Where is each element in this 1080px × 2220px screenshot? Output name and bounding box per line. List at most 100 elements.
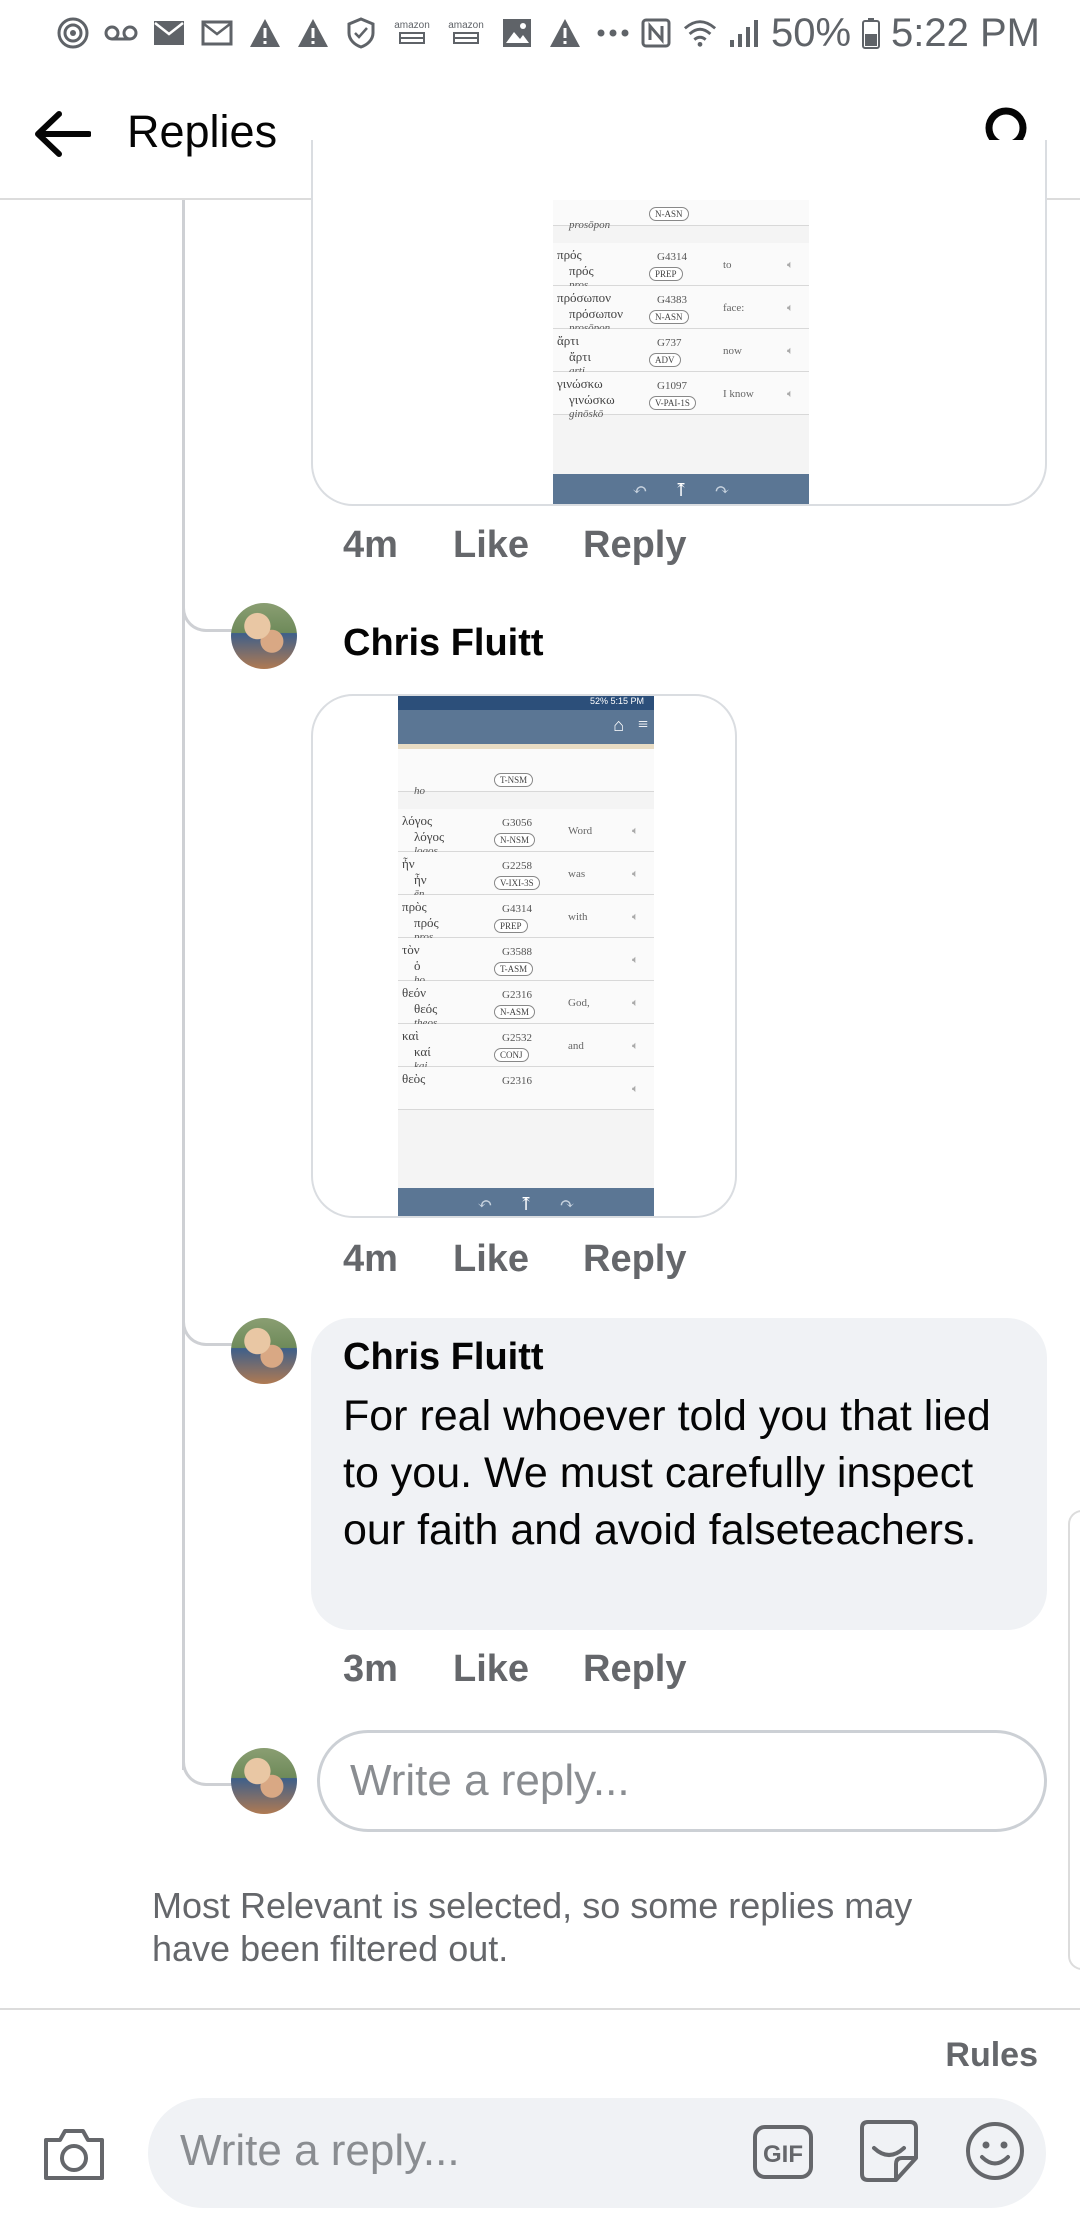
greek-word: θεόν [402,985,427,1000]
scrollbar[interactable] [1068,1510,1080,1970]
lexicon-row: γινώσκω γινώσκω ginōskō G1097 I know V-PAI-1S… [553,372,809,420]
like-button[interactable]: Like [453,1238,583,1281]
strongs-number: G2316 [502,1075,532,1087]
strongs-number: G4314 [502,903,532,915]
comment-text: For real whoever told you that lied to y… [343,1392,991,1554]
battery-percent: 50% [770,10,852,55]
rules-link[interactable]: Rules [945,2036,1038,2075]
lemma: πρός [414,915,439,930]
gloss: was [568,868,586,880]
replies-screen: amazon amazon 50% 5:22 PM Replies prosōp… [0,0,1080,2220]
greek-word: λόγος [402,813,433,828]
greek-word: ἄρτι [557,333,580,348]
screenshot-footer: ↶ ⤒ ↷ [398,1188,654,1216]
hotspot-icon [56,16,90,50]
greek-word: τὸν [402,942,420,957]
strongs-number: G2532 [502,1032,532,1044]
comment-author[interactable]: Chris Fluitt [343,622,544,665]
amazon-icon: amazon [392,16,432,50]
speaker-icon: 🔈︎ [787,345,794,357]
forward-arrow-icon: ↷ [559,1193,575,1214]
amazon-label: amazon [394,20,430,31]
lexicon-row: ἦν ἦν ēn G2258 was V-IXI-3S 🔈︎ [398,852,654,900]
like-button[interactable]: Like [453,1648,583,1691]
menu-icon: ≡ [637,714,648,734]
gloss: and [568,1040,584,1052]
part-of-speech-badge: N-NSM [494,833,536,847]
lemma: πρόσωπον [569,306,624,321]
part-of-speech-badge: PREP [649,267,683,281]
part-of-speech-badge: ADV [649,353,681,367]
lemma: ὁ [414,958,421,973]
like-button[interactable]: Like [453,524,583,567]
speaker-icon: 🔈︎ [787,302,794,314]
reply-button[interactable]: Reply [583,524,686,567]
avatar[interactable] [231,603,297,669]
speaker-icon: 🔈︎ [787,259,794,271]
thread-branch [182,1306,237,1346]
strongs-number: G2258 [502,860,532,872]
top-arrow-icon: ⤒ [673,479,689,500]
back-arrow-icon: ↶ [632,479,648,500]
page-title: Replies [127,106,278,157]
system-status: 50% 5:22 PM [639,11,1040,56]
comment-composer[interactable]: Write a reply... GIF [148,2098,1046,2208]
shield-icon [344,16,378,50]
lemma: θεός [414,1001,438,1016]
home-icon: ⌂ [613,715,624,735]
reply-button[interactable]: Reply [583,1648,686,1691]
lexicon-screenshot: prosōpon N-ASN πρός πρός pros G4314 to PREP 🔈︎ πρ… [553,200,809,504]
comment-bubble[interactable]: Chris Fluitt For real whoever told you t… [311,1318,1047,1630]
emoji-button[interactable] [964,2120,1026,2182]
speaker-icon: 🔈︎ [632,954,639,966]
speaker-icon: 🔈︎ [632,911,639,923]
reply-button[interactable]: Reply [583,1238,686,1281]
lexicon-row: θεόν θεός theos G2316 God, N-ASM 🔈︎ [398,981,654,1029]
comment-time: 4m [343,1238,398,1280]
attached-image[interactable]: prosōpon N-ASN πρός πρός pros G4314 to PREP 🔈︎ πρ… [311,140,1047,506]
signal-icon [727,16,761,50]
strongs-number: G4314 [657,251,687,263]
greek-word: θεὸς [402,1071,426,1086]
gif-button[interactable]: GIF [752,2124,814,2180]
thread-line [182,200,185,1770]
lexicon-row: καὶ καί kai G2532 and CONJ 🔈︎ [398,1024,654,1072]
screenshot-nav-bar: ⌂ ≡ [398,710,654,744]
status-bar: amazon amazon 50% 5:22 PM [0,0,1080,66]
gloss: I know [723,388,754,400]
lexicon-row: πρόσωπον πρόσωπον prosōpon G4383 face: N-ASN 🔈… [553,286,809,334]
speaker-icon: 🔈︎ [632,868,639,880]
lemma: γινώσκω [569,392,615,407]
camera-button[interactable] [40,2120,108,2186]
transliteration: prosōpon [569,219,611,231]
reply-input[interactable]: Write a reply... [317,1730,1047,1832]
strongs-number: G737 [657,337,682,349]
attached-image[interactable]: 52% 5:15 PM ⌂≡ John 1:1 hoT-NSMλόγοςλόγο… [311,694,737,1218]
part-of-speech-badge: T-NSM [494,773,534,787]
gloss: God, [568,997,590,1009]
comment-time: 3m [343,1648,398,1690]
back-arrow-icon: ↶ [477,1193,493,1214]
avatar[interactable] [231,1318,297,1384]
warning-icon [296,16,330,50]
transliteration: ginōskō [569,408,604,420]
lexicon-row: πρός πρός pros G4314 to PREP 🔈︎ [553,243,809,291]
speaker-icon: 🔈︎ [632,997,639,1009]
strongs-number: G3056 [502,817,532,829]
sticker-button[interactable] [856,2118,922,2184]
strongs-number: G2316 [502,989,532,1001]
warning-icon [548,16,582,50]
lexicon-screenshot: 52% 5:15 PM ⌂≡ John 1:1 hoT-NSMλόγοςλόγο… [398,696,654,1216]
strongs-number: G1097 [657,380,687,392]
comment-author[interactable]: Chris Fluitt [343,1336,544,1379]
sticker-icon [860,2120,918,2182]
lemma: ἦν [414,872,427,887]
amazon-label: amazon [448,20,484,31]
transliteration: ho [414,785,425,797]
part-of-speech-badge: T-ASM [494,962,534,976]
amazon-icon: amazon [446,16,486,50]
reply-placeholder: Write a reply... [350,1756,630,1805]
greek-word: πρός [557,247,582,262]
back-button[interactable] [30,104,94,164]
speaker-icon: 🔈︎ [632,1083,639,1095]
